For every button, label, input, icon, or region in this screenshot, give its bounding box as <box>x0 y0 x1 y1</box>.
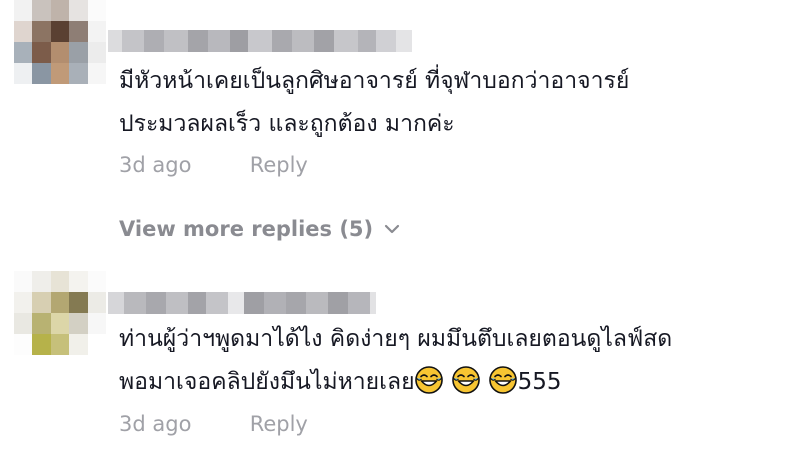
face-with-tears-of-joy-icon <box>451 366 480 394</box>
comment-text-line: มีหัวหน้าเคยเป็นลูกศิษอาจารย์ ที่จุฬาบอก… <box>119 68 630 94</box>
comment-meta: 3d ago Reply <box>119 153 308 177</box>
face-with-tears-of-joy-icon <box>488 366 517 394</box>
timestamp: 3d ago <box>119 412 192 436</box>
comment-text-line-part: พอมาเจอคลิปยังมึนไม่หายเลย <box>119 369 415 395</box>
chevron-down-icon <box>385 224 400 234</box>
comment-item: มีหัวหน้าเคยเป็นลูกศิษอาจารย์ ที่จุฬาบอก… <box>0 0 800 260</box>
comment-text-line: ประมวลผลเร็ว และถูกต้อง มากค่ะ <box>119 111 455 137</box>
comment-text: มีหัวหน้าเคยเป็นลูกศิษอาจารย์ ที่จุฬาบอก… <box>119 60 789 146</box>
view-more-replies-button[interactable]: View more replies (5) <box>119 217 401 241</box>
avatar[interactable] <box>14 271 106 355</box>
username-blurred[interactable] <box>108 292 376 314</box>
comment-text: ท่านผู้ว่าฯพูดมาได้ไง คิดง่ายๆ ผมมึนตึบเ… <box>119 318 789 404</box>
reply-button[interactable]: Reply <box>250 153 308 177</box>
comment-text-line: ท่านผู้ว่าฯพูดมาได้ไง คิดง่ายๆ ผมมึนตึบเ… <box>119 326 673 352</box>
username-blurred[interactable] <box>108 30 412 52</box>
comment-item: ท่านผู้ว่าฯพูดมาได้ไง คิดง่ายๆ ผมมึนตึบเ… <box>0 268 800 457</box>
comment-text-line: พอมาเจอคลิปยังมึนไม่หายเลย 555 <box>119 361 789 404</box>
avatar[interactable] <box>14 0 106 84</box>
timestamp: 3d ago <box>119 153 192 177</box>
reply-button[interactable]: Reply <box>250 412 308 436</box>
comments-section: มีหัวหน้าเคยเป็นลูกศิษอาจารย์ ที่จุฬาบอก… <box>0 0 800 457</box>
face-with-tears-of-joy-icon <box>414 366 443 394</box>
comment-text-suffix: 555 <box>517 369 562 395</box>
view-more-replies-label: View more replies (5) <box>119 217 374 241</box>
comment-meta: 3d ago Reply <box>119 412 308 436</box>
